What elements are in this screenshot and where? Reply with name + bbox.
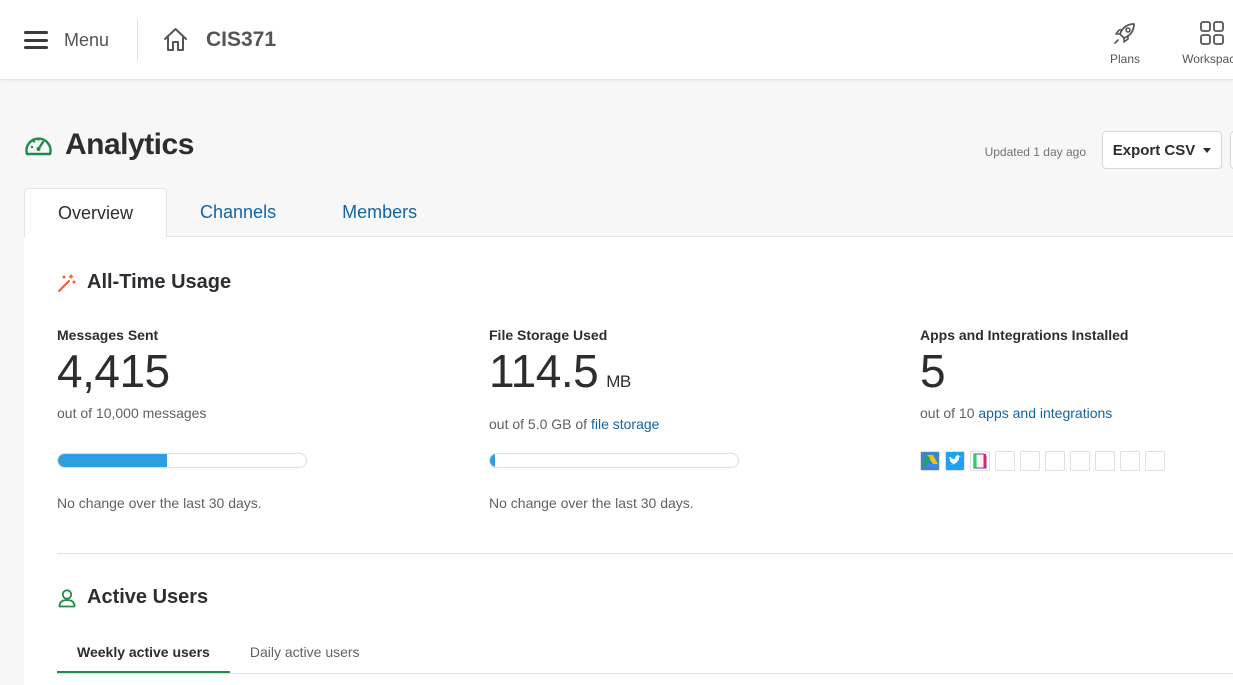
home-icon[interactable] (162, 26, 189, 53)
usage-section-title: All-Time Usage (57, 271, 231, 294)
apps-installed-sub: out of 10 apps and integrations (920, 405, 1233, 421)
export-csv-button[interactable]: Export CSV (1102, 131, 1222, 169)
apps-installed-sub-text: out of 10 (920, 405, 979, 421)
rocket-icon (1114, 23, 1135, 44)
grid-icon (1200, 21, 1224, 45)
subtabs-underline (57, 673, 1233, 674)
page-title: Analytics (65, 128, 194, 161)
menu-button[interactable]: Menu (24, 26, 109, 54)
workspace-label: Workspace (1182, 52, 1233, 66)
speedometer-icon (25, 137, 52, 156)
messages-sent-sub: out of 10,000 messages (57, 405, 207, 421)
active-users-title: Active Users (87, 586, 209, 608)
apps-installed-value: 5 (920, 345, 946, 397)
messages-sent-stat: Messages Sent 4,415 out of 10,000 messag… (57, 327, 417, 421)
installed-apps-list (920, 451, 1170, 471)
user-icon (58, 588, 76, 607)
app-slot[interactable] (945, 451, 965, 471)
menu-label: Menu (64, 29, 110, 50)
export-csv-label: Export CSV (1112, 141, 1196, 159)
app-slot-empty (1145, 451, 1165, 471)
updated-timestamp: Updated 1 day ago (984, 145, 1086, 159)
file-storage-label: File Storage Used (489, 327, 608, 343)
twitter-icon (946, 452, 964, 470)
storage-change-text: No change over the last 30 days. (489, 495, 694, 511)
messages-sent-label: Messages Sent (57, 327, 159, 343)
app-slot-empty (1095, 451, 1115, 471)
tab-weekly-active-users[interactable]: Weekly active users (57, 632, 230, 674)
storage-progress-fill (490, 454, 496, 467)
tab-channels[interactable]: Channels (167, 188, 309, 237)
file-storage-unit: MB (606, 372, 631, 391)
app-slot[interactable] (920, 451, 940, 471)
file-storage-link[interactable]: file storage (591, 416, 659, 432)
tab-members[interactable]: Members (309, 188, 450, 237)
app-slot-empty (1120, 451, 1140, 471)
messages-change-text: No change over the last 30 days. (57, 495, 262, 511)
hamburger-icon (24, 31, 48, 49)
top-bar: Menu CIS371 Plans Workspace (0, 0, 1233, 80)
tabs-underline (167, 236, 1233, 237)
workspace-name[interactable]: CIS371 (206, 28, 276, 52)
active-users-section-title: Active Users (57, 586, 208, 609)
file-storage-value-wrap: 114.5 MB (489, 345, 849, 408)
notes-app-icon (971, 452, 989, 470)
app-slot-empty (1045, 451, 1065, 471)
file-storage-sub-text: out of 5.0 GB of (489, 416, 591, 432)
file-storage-sub: out of 5.0 GB of file storage (489, 416, 849, 432)
page-header: Analytics (24, 128, 194, 162)
topbar-divider (137, 20, 138, 60)
app-slot-empty (1070, 451, 1090, 471)
workspace-button[interactable]: Workspace (1176, 20, 1233, 66)
google-drive-icon (921, 452, 939, 470)
apps-integrations-link[interactable]: apps and integrations (978, 405, 1112, 421)
file-storage-stat: File Storage Used 114.5 MB out of 5.0 GB … (489, 327, 849, 432)
plans-label: Plans (1109, 52, 1141, 66)
tab-daily-active-users[interactable]: Daily active users (230, 632, 380, 674)
active-users-tabs: Weekly active users Daily active users (57, 632, 380, 674)
messages-progress-bar (57, 453, 307, 468)
apps-installed-stat: Apps and Integrations Installed 5 out of… (920, 327, 1233, 421)
plans-button[interactable]: Plans (1105, 20, 1145, 66)
app-slot-empty (1020, 451, 1040, 471)
app-slot[interactable] (970, 451, 990, 471)
analytics-tabs: Overview Channels Members (24, 188, 450, 237)
section-divider (57, 553, 1233, 554)
caret-down-icon (1203, 147, 1212, 153)
apps-installed-label: Apps and Integrations Installed (920, 327, 1129, 343)
file-storage-value: 114.5 (489, 345, 599, 397)
messages-sent-value: 4,415 (57, 345, 170, 397)
tab-overview[interactable]: Overview (24, 188, 168, 237)
storage-progress-bar (489, 453, 739, 468)
app-slot-empty (995, 451, 1015, 471)
magic-wand-icon (58, 273, 76, 292)
messages-progress-fill (58, 454, 168, 467)
usage-title: All-Time Usage (87, 271, 232, 293)
